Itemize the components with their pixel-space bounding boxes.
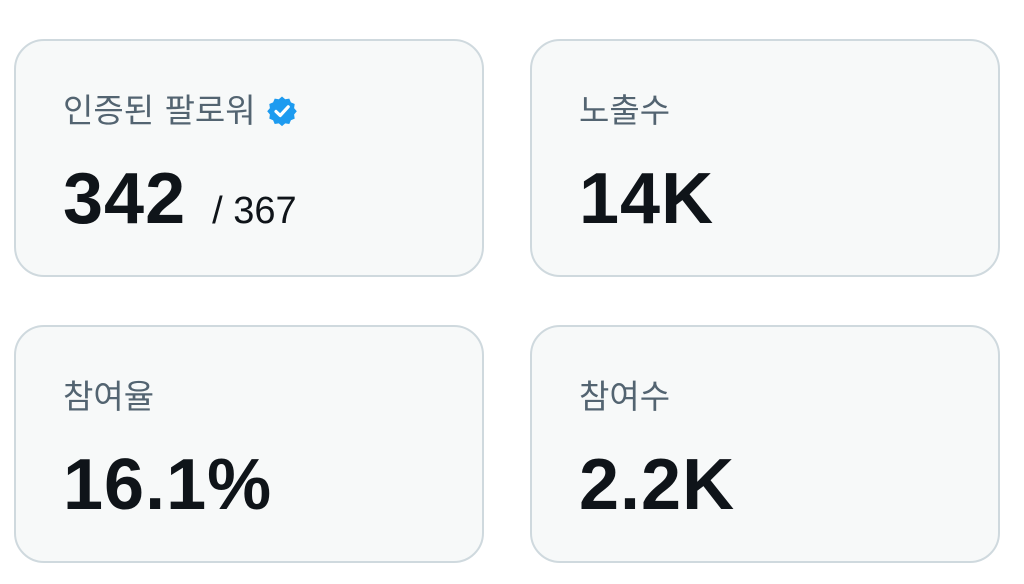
stat-label: 노출수 xyxy=(579,91,671,130)
stat-value: 2.2K xyxy=(579,445,736,525)
stat-card-engagements[interactable]: 참여수 2.2K xyxy=(530,325,1000,563)
stat-label-row: 인증된 팔로워 xyxy=(63,91,298,131)
stat-value: 14K xyxy=(579,159,715,239)
verified-badge-icon xyxy=(266,95,298,127)
stat-value-row: 14K xyxy=(579,159,714,239)
stat-value: 342 xyxy=(63,159,187,239)
stat-card-verified-followers[interactable]: 인증된 팔로워 342 / 367 xyxy=(14,39,484,277)
stat-label-row: 노출수 xyxy=(579,91,670,131)
stat-card-engagement-rate[interactable]: 참여율 16.1% xyxy=(14,325,484,563)
stat-label: 참여율 xyxy=(63,377,155,416)
stat-label: 참여수 xyxy=(579,377,671,416)
stats-grid: 인증된 팔로워 342 / 367 노출수 14K 참여율 16.1% 참여수 … xyxy=(0,0,1024,584)
stat-label-row: 참여수 xyxy=(579,377,670,417)
stat-value-row: 342 / 367 xyxy=(63,159,297,239)
stat-value-row: 16.1% xyxy=(63,445,272,525)
stat-card-impressions[interactable]: 노출수 14K xyxy=(530,39,1000,277)
stat-value: 16.1% xyxy=(63,445,273,525)
stat-label: 인증된 팔로워 xyxy=(63,91,256,130)
stat-value-row: 2.2K xyxy=(579,445,735,525)
stat-total: / 367 xyxy=(212,190,297,232)
stat-label-row: 참여율 xyxy=(63,377,154,417)
